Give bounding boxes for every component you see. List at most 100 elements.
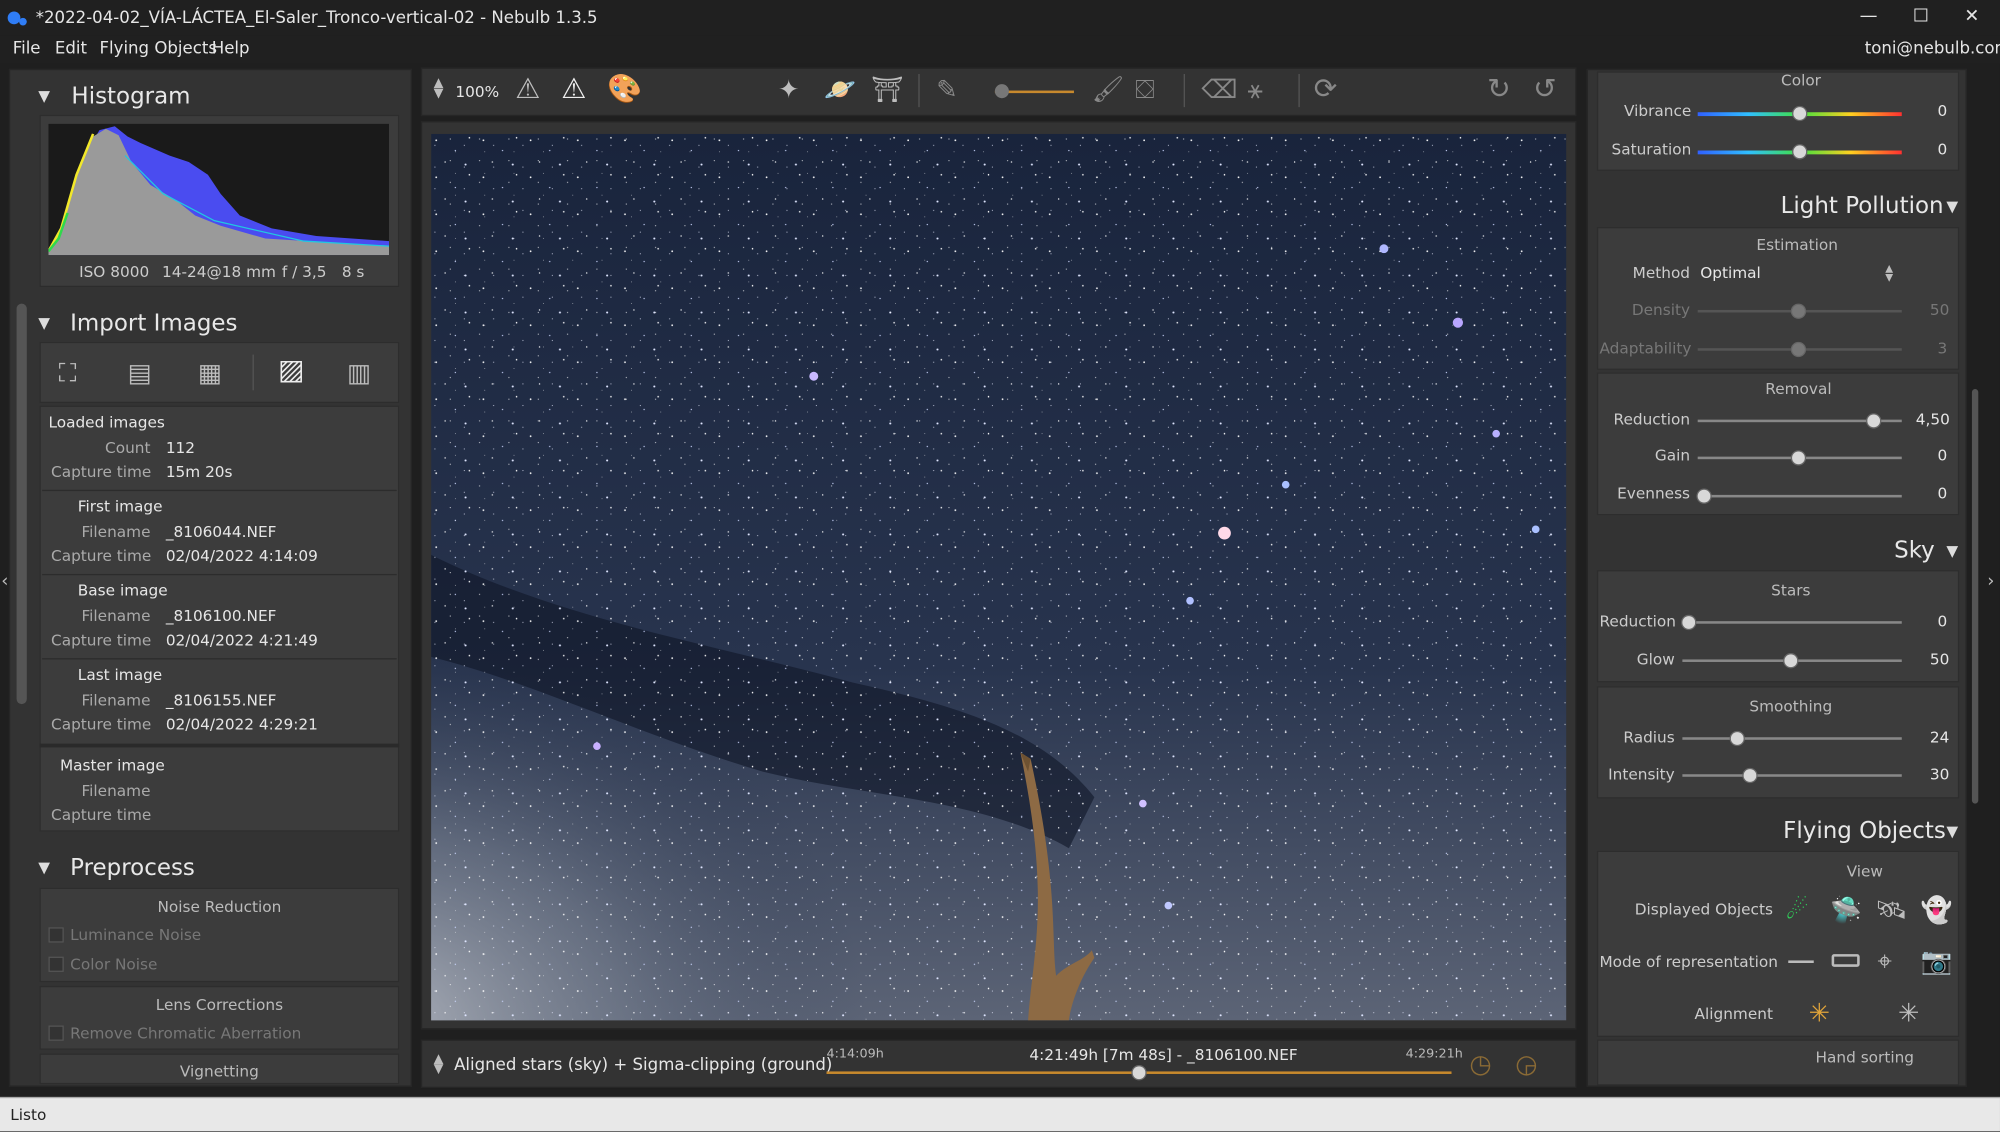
left-scrollbar[interactable] [16,303,27,705]
exposure-value: 8 s [341,262,365,281]
base-capture: 02/04/2022 4:21:49 [165,631,318,650]
intensity-knob[interactable] [1742,767,1758,784]
milky-way-image[interactable] [431,133,1567,1021]
collapse-right-icon[interactable]: › [1987,571,1994,591]
color-noise-checkbox[interactable] [48,956,64,972]
evenness-slider[interactable] [1697,494,1902,498]
broom-icon[interactable]: ⚹ [1247,74,1262,105]
density-value: 50 [1929,301,1950,319]
user-account[interactable]: toni@nebulb.com [1865,40,2000,59]
mode-stepper-icon[interactable]: ▲ ▼ [434,1053,444,1076]
camera-mode-icon[interactable]: 📷 [1921,945,1953,976]
saturation-knob[interactable] [1792,144,1808,160]
zoom-value[interactable]: 100% [455,83,499,101]
menu-bar: File Edit Flying Objects Help toni@nebul… [0,35,2000,64]
import-toggle-icon[interactable]: ▼ [38,314,50,332]
target-mode-icon[interactable]: ⌖ [1878,945,1892,976]
brush-size-knob[interactable] [994,84,1009,99]
meteor-icon[interactable]: ☄ [1786,894,1809,925]
zoom-stepper-icon[interactable]: ▲ ▼ [434,77,444,100]
mode-representation-label: Mode of representation [1599,952,1778,971]
radius-slider[interactable] [1682,737,1902,740]
light-pollution-toggle-icon[interactable]: ▼ [1946,198,1958,216]
eraser-icon[interactable]: ⌫ [1202,74,1238,105]
removal-heading: Removal [1765,380,1832,398]
lp-reduction-knob[interactable] [1866,413,1882,429]
align-orange-icon[interactable]: ✳ [1809,997,1830,1028]
toolbar-divider [918,73,920,108]
flying-objects-toggle-icon[interactable]: ▼ [1946,823,1958,841]
menu-flying-objects[interactable]: Flying Objects [99,40,217,59]
glow-label: Glow [1636,650,1675,669]
collapse-left-icon[interactable]: ‹ [1,571,8,591]
clock-back-icon[interactable]: ◶ [1515,1048,1537,1079]
ufo-icon[interactable]: 🛸 [1830,894,1862,925]
stars-icon[interactable]: ✦ [778,74,799,105]
clock-forward-icon[interactable]: ◷ [1469,1048,1491,1079]
density-label: Density [1631,301,1691,319]
close-button[interactable]: ✕ [1959,6,1985,29]
method-label: Method [1632,264,1691,282]
gain-knob[interactable] [1790,450,1807,466]
undo-icon[interactable]: ↺ [1533,74,1557,106]
planet-icon[interactable]: 🪐 [824,74,856,105]
vibrance-knob[interactable] [1792,105,1808,122]
line-mode-icon[interactable] [1788,960,1814,964]
stack-mode[interactable]: Aligned stars (sky) + Sigma-clipping (gr… [454,1056,832,1075]
stars-reduction-slider[interactable] [1682,621,1902,624]
align-white-icon[interactable]: ✳ [1898,997,1919,1028]
stars-reduction-value: 0 [1937,612,1948,631]
ground-icon[interactable]: ⛩ [871,74,903,105]
menu-edit[interactable]: Edit [55,40,87,59]
warning-outline-icon[interactable]: ⚠ [515,74,540,106]
import-images-icon[interactable]: ⛶ [59,357,77,388]
adaptability-knob[interactable] [1790,341,1807,358]
method-select[interactable]: Optimal [1700,264,1761,282]
evenness-knob[interactable] [1696,488,1712,504]
satellite-icon[interactable]: 🛰 [1875,894,1907,925]
sky-toggle-icon[interactable]: ▼ [1946,542,1958,560]
fill-icon[interactable]: ⛋ [1135,74,1154,105]
color-heading: Color [1781,71,1821,90]
stars-reduction-knob[interactable] [1681,614,1697,631]
paste-images-icon[interactable]: ▥ [347,357,371,388]
menu-help[interactable]: Help [212,40,250,59]
lp-reduction-value: 4,50 [1915,410,1950,429]
radius-label: Radius [1623,728,1675,747]
box-mode-icon[interactable] [1831,954,1860,967]
density-knob[interactable] [1790,303,1807,319]
lens-value: 14-24@18 mm [161,262,276,281]
iso-value: ISO 8000 [79,262,150,281]
maximize-button[interactable]: ☐ [1908,6,1934,29]
timeline-knob[interactable] [1131,1065,1147,1081]
palette-icon[interactable]: 🎨 [607,74,642,106]
magic-wand-icon[interactable]: ✎ [936,74,957,105]
method-stepper-icon[interactable]: ▲ ▼ [1885,263,1893,282]
status-text: Listo [10,1105,47,1124]
redo-icon[interactable]: ↻ [1487,74,1511,106]
intensity-slider[interactable] [1682,774,1902,777]
glow-knob[interactable] [1783,653,1799,669]
sky-title: Sky [1894,536,1935,564]
menu-file[interactable]: File [13,40,41,59]
last-filename: _8106155.NEF [165,691,277,710]
divider [42,658,397,660]
luminance-checkbox[interactable] [48,927,64,943]
base-capture-label: Capture time [51,631,152,650]
minimize-button[interactable]: — [1856,6,1882,29]
preprocess-toggle-icon[interactable]: ▼ [38,858,50,876]
single-image-icon[interactable]: ▨ [278,355,305,387]
ghost-icon[interactable]: 👻 [1921,894,1953,925]
brush-icon[interactable]: 🖌 [1092,74,1124,105]
first-capture: 02/04/2022 4:14:09 [165,547,318,566]
chromatic-checkbox[interactable] [48,1025,64,1041]
toolbar-divider [1183,73,1185,108]
status-bar: Listo [0,1096,2000,1132]
radius-knob[interactable] [1729,730,1745,747]
histogram-toggle-icon[interactable]: ▼ [38,87,50,105]
import-batch-icon[interactable]: ▦ [198,357,222,388]
refresh-icon[interactable]: ⟳ [1314,74,1338,106]
import-folder-icon[interactable]: ▤ [128,357,152,388]
preprocess-title: Preprocess [70,854,195,882]
warning-filled-icon[interactable]: ⚠ [561,74,586,106]
